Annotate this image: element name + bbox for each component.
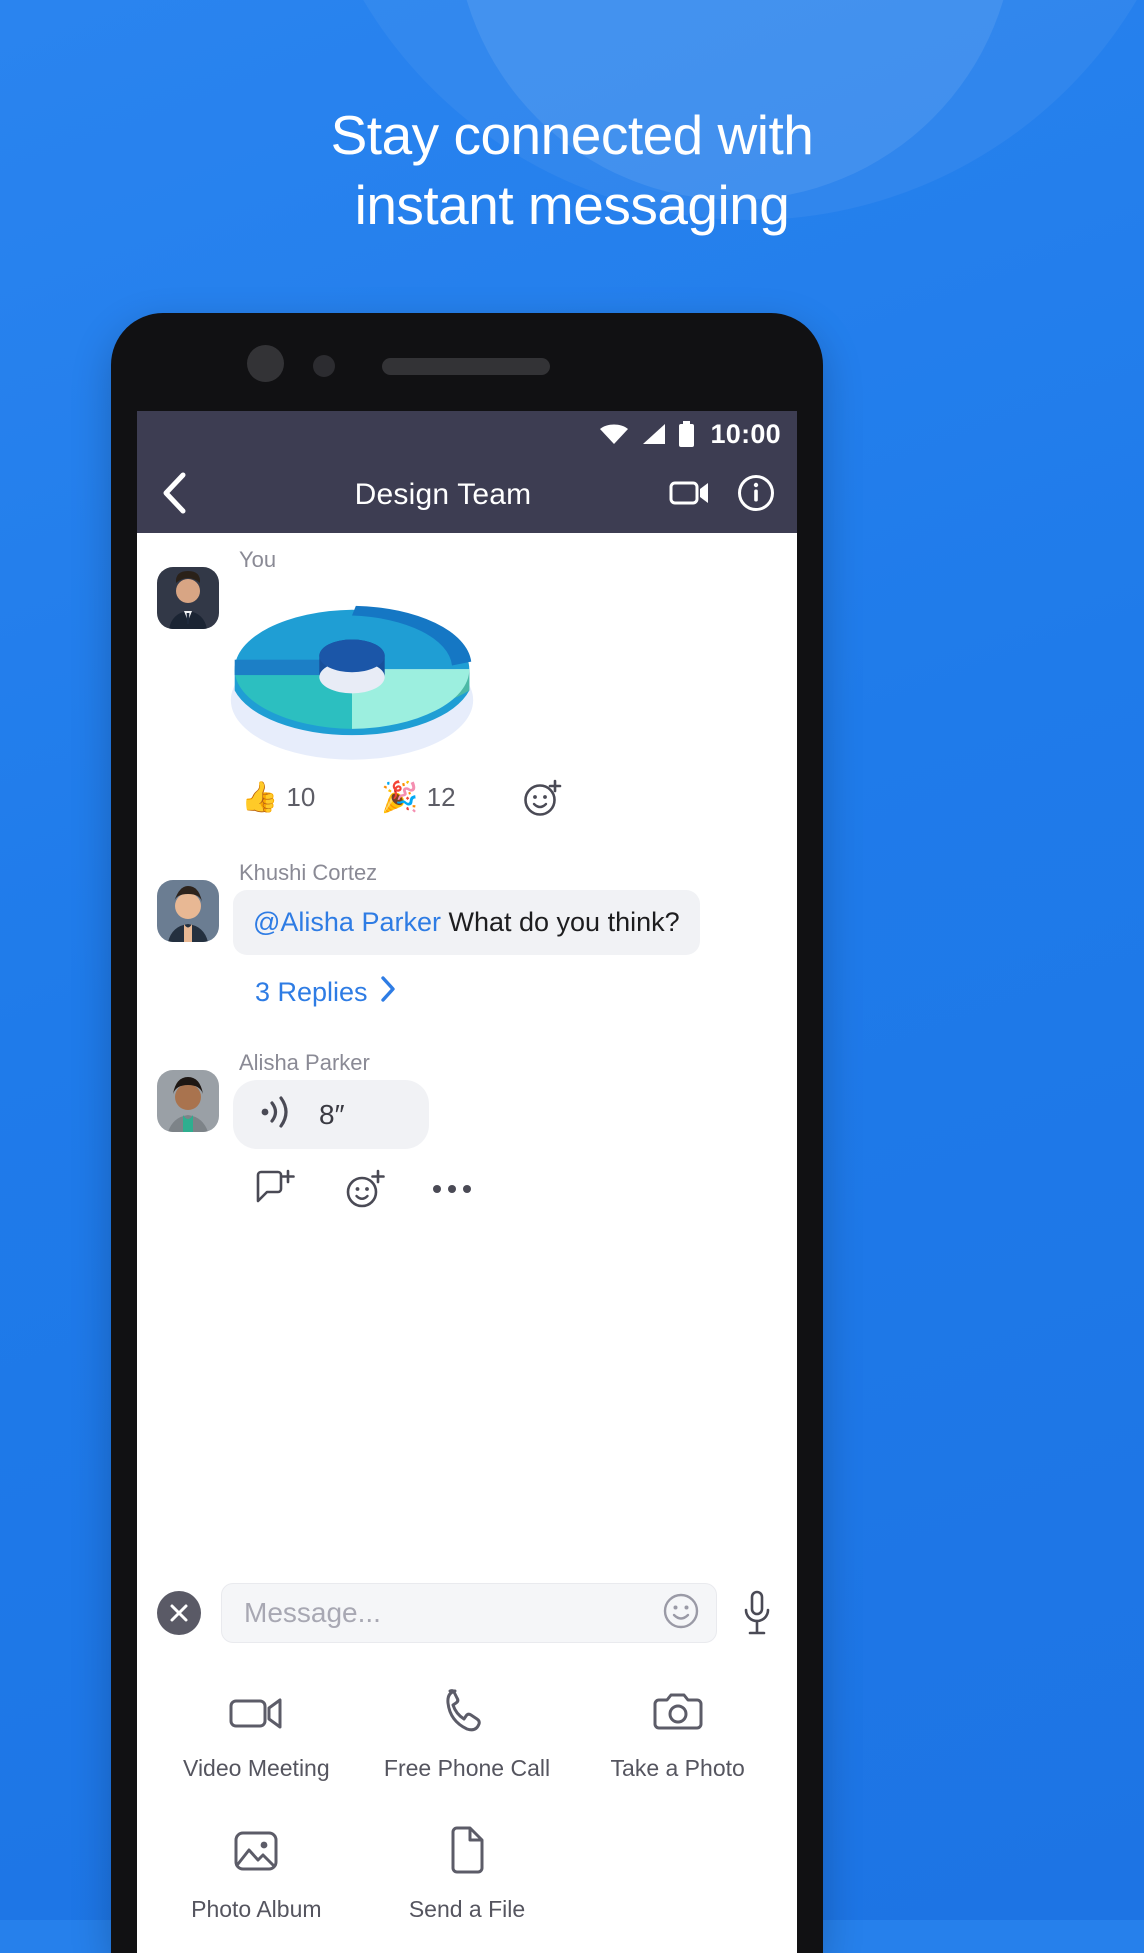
message-sender: Alisha Parker <box>239 1050 370 1076</box>
cellular-signal-icon <box>640 422 667 446</box>
avatar-woman-2 <box>157 1070 219 1133</box>
message-content: You 👍 10 🎉 12 <box>219 547 777 818</box>
status-bar-clock: 10:00 <box>710 418 781 449</box>
action-label: Photo Album <box>191 1896 322 1922</box>
phone-bezel-top <box>137 313 797 411</box>
more-options-icon[interactable] <box>433 1185 471 1194</box>
replies-label: 3 Replies <box>255 977 368 1008</box>
action-label: Take a Photo <box>610 1755 745 1781</box>
avatar-man <box>157 567 219 629</box>
microphone-icon[interactable] <box>737 1590 777 1636</box>
header-actions <box>669 474 775 517</box>
action-take-a-photo[interactable]: Take a Photo <box>572 1687 783 1782</box>
chevron-left-icon <box>161 472 187 519</box>
reaction-party-popper[interactable]: 🎉 12 <box>381 782 455 813</box>
reaction-count: 10 <box>286 782 316 813</box>
message-input[interactable]: Message... <box>221 1583 717 1643</box>
phone-icon <box>445 1687 489 1733</box>
attachment-3d-donut-chart[interactable] <box>227 577 477 760</box>
message-action-bar <box>233 1169 777 1209</box>
video-camera-icon <box>229 1687 283 1733</box>
action-label: Free Phone Call <box>383 1755 551 1781</box>
earpiece-speaker <box>382 358 550 375</box>
voice-duration: 8″ <box>319 1098 345 1130</box>
headline-line-2: instant messaging <box>354 174 790 237</box>
thumbs-up-icon: 👍 <box>241 780 279 814</box>
video-camera-icon[interactable] <box>669 478 711 513</box>
promo-headline: Stay connected with instant messaging <box>0 100 1144 241</box>
reaction-bar: 👍 10 🎉 12 <box>233 778 777 818</box>
file-icon <box>448 1826 486 1874</box>
sensor-dot-icon <box>313 355 335 377</box>
front-camera-icon <box>247 345 284 382</box>
wifi-icon <box>599 422 629 446</box>
phone-screen: 10:00 Design Team You 👍 10 🎉 12 Khushi C… <box>137 411 797 1953</box>
message-item-khushi: Khushi Cortez @Alisha Parker What do you… <box>137 860 797 1011</box>
battery-icon <box>678 421 695 447</box>
action-free-phone-call[interactable]: Free Phone Call <box>362 1687 573 1782</box>
camera-icon <box>653 1687 703 1733</box>
emoji-smiley-icon[interactable] <box>662 1592 700 1635</box>
reply-icon[interactable] <box>255 1169 297 1209</box>
avatar[interactable] <box>157 567 219 629</box>
message-bubble[interactable]: @Alisha Parker What do you think? <box>233 889 700 956</box>
photo-album-icon <box>233 1828 279 1874</box>
back-button[interactable] <box>161 472 207 519</box>
avatar[interactable] <box>157 1070 219 1133</box>
reaction-thumbs-up[interactable]: 👍 10 <box>241 782 315 813</box>
action-label: Video Meeting <box>183 1755 330 1781</box>
action-label: Send a File <box>408 1896 526 1922</box>
reaction-count: 12 <box>426 782 456 813</box>
attachment-action-grid: Video Meeting Free Phone Call Take a Pho… <box>137 1667 797 1923</box>
party-popper-icon: 🎉 <box>381 780 419 814</box>
close-circle-icon[interactable] <box>157 1591 201 1635</box>
phone-mockup: 10:00 Design Team You 👍 10 🎉 12 Khushi C… <box>111 313 823 1953</box>
voice-message-bubble[interactable]: 8″ <box>233 1080 429 1150</box>
action-photo-album[interactable]: Photo Album <box>151 1828 362 1923</box>
headline-line-1: Stay connected with <box>330 104 814 166</box>
action-send-a-file[interactable]: Send a File <box>362 1826 573 1923</box>
message-content: Khushi Cortez @Alisha Parker What do you… <box>219 860 777 1011</box>
message-list[interactable]: You 👍 10 🎉 12 Khushi Cortez @Alisha Park… <box>137 533 797 1561</box>
message-input-placeholder: Message... <box>244 1597 381 1628</box>
status-bar: 10:00 <box>137 411 797 457</box>
donut-chart-image <box>230 605 474 760</box>
message-item-you: You 👍 10 🎉 12 <box>137 547 797 818</box>
mention-link[interactable]: @Alisha Parker <box>253 907 441 937</box>
audio-wave-icon <box>259 1094 297 1135</box>
add-reaction-icon[interactable] <box>345 1169 385 1209</box>
page-title: Design Team <box>354 478 532 511</box>
info-circle-icon[interactable] <box>737 474 775 517</box>
message-sender: You <box>239 547 277 572</box>
message-text: What do you think? <box>440 906 680 937</box>
chevron-right-icon <box>380 975 397 1010</box>
add-reaction-icon[interactable] <box>522 778 562 818</box>
thread-replies-link[interactable]: 3 Replies <box>233 975 777 1010</box>
message-item-alisha: Alisha Parker 8″ <box>137 1050 797 1209</box>
action-video-meeting[interactable]: Video Meeting <box>151 1687 362 1782</box>
message-composer: Message... <box>137 1561 797 1667</box>
message-sender: Khushi Cortez <box>239 859 378 885</box>
message-content: Alisha Parker 8″ <box>219 1050 777 1209</box>
avatar-woman-1 <box>157 879 219 942</box>
avatar[interactable] <box>157 879 219 942</box>
chat-header: Design Team <box>137 457 797 533</box>
